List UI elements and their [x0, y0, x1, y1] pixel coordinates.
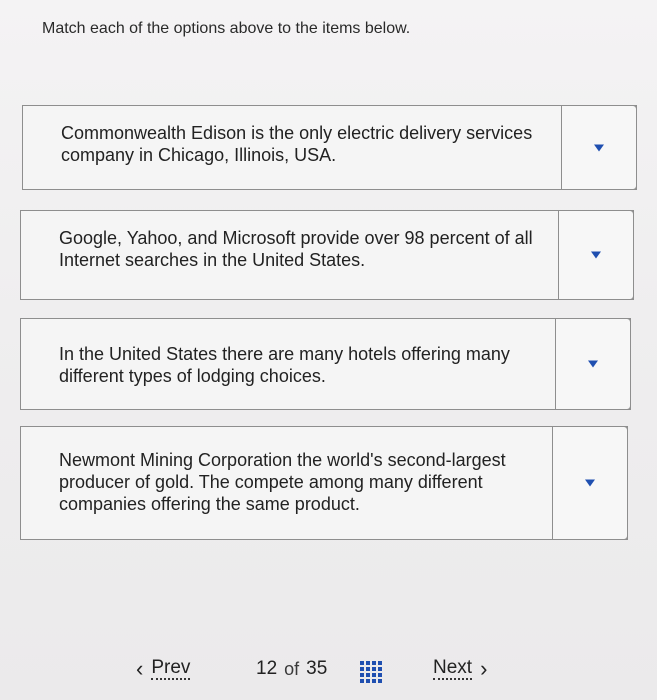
next-button[interactable]: Next › — [433, 658, 487, 680]
caret-down-icon — [588, 360, 598, 368]
instruction-text: Match each of the options above to the i… — [42, 20, 411, 37]
page-counter: 12 of 35 — [256, 658, 327, 680]
match-item-1-text: Commonwealth Edison is the only electric… — [61, 123, 533, 165]
caret-down-icon — [594, 144, 604, 151]
match-item-1: Commonwealth Edison is the only electric… — [22, 105, 637, 190]
caret-down-icon — [591, 251, 601, 259]
prev-label: Prev — [151, 657, 191, 680]
next-label: Next — [433, 657, 473, 680]
caret-down-icon — [585, 479, 595, 487]
match-item-3: In the United States there are many hote… — [20, 318, 631, 410]
chevron-right-icon: › — [480, 656, 488, 681]
match-item-1-select[interactable] — [561, 105, 637, 190]
match-item-2-select[interactable] — [558, 210, 634, 300]
match-item-2: Google, Yahoo, and Microsoft provide ove… — [20, 210, 634, 300]
page-of-label: of — [284, 658, 300, 679]
prev-button[interactable]: ‹ Prev — [136, 656, 191, 681]
match-item-4-text: Newmont Mining Corporation the world's s… — [59, 450, 506, 514]
chevron-left-icon: ‹ — [136, 656, 144, 681]
match-item-4-select[interactable] — [552, 426, 628, 540]
pagination-footer: ‹ Prev 12 of 35 Next › — [0, 658, 657, 688]
match-item-3-text: In the United States there are many hote… — [59, 344, 510, 386]
current-page: 12 — [256, 658, 278, 679]
match-item-2-text: Google, Yahoo, and Microsoft provide ove… — [59, 228, 533, 270]
match-item-3-select[interactable] — [555, 318, 631, 410]
grid-icon[interactable] — [360, 661, 382, 683]
match-item-4: Newmont Mining Corporation the world's s… — [20, 426, 628, 540]
total-pages: 35 — [306, 658, 328, 679]
